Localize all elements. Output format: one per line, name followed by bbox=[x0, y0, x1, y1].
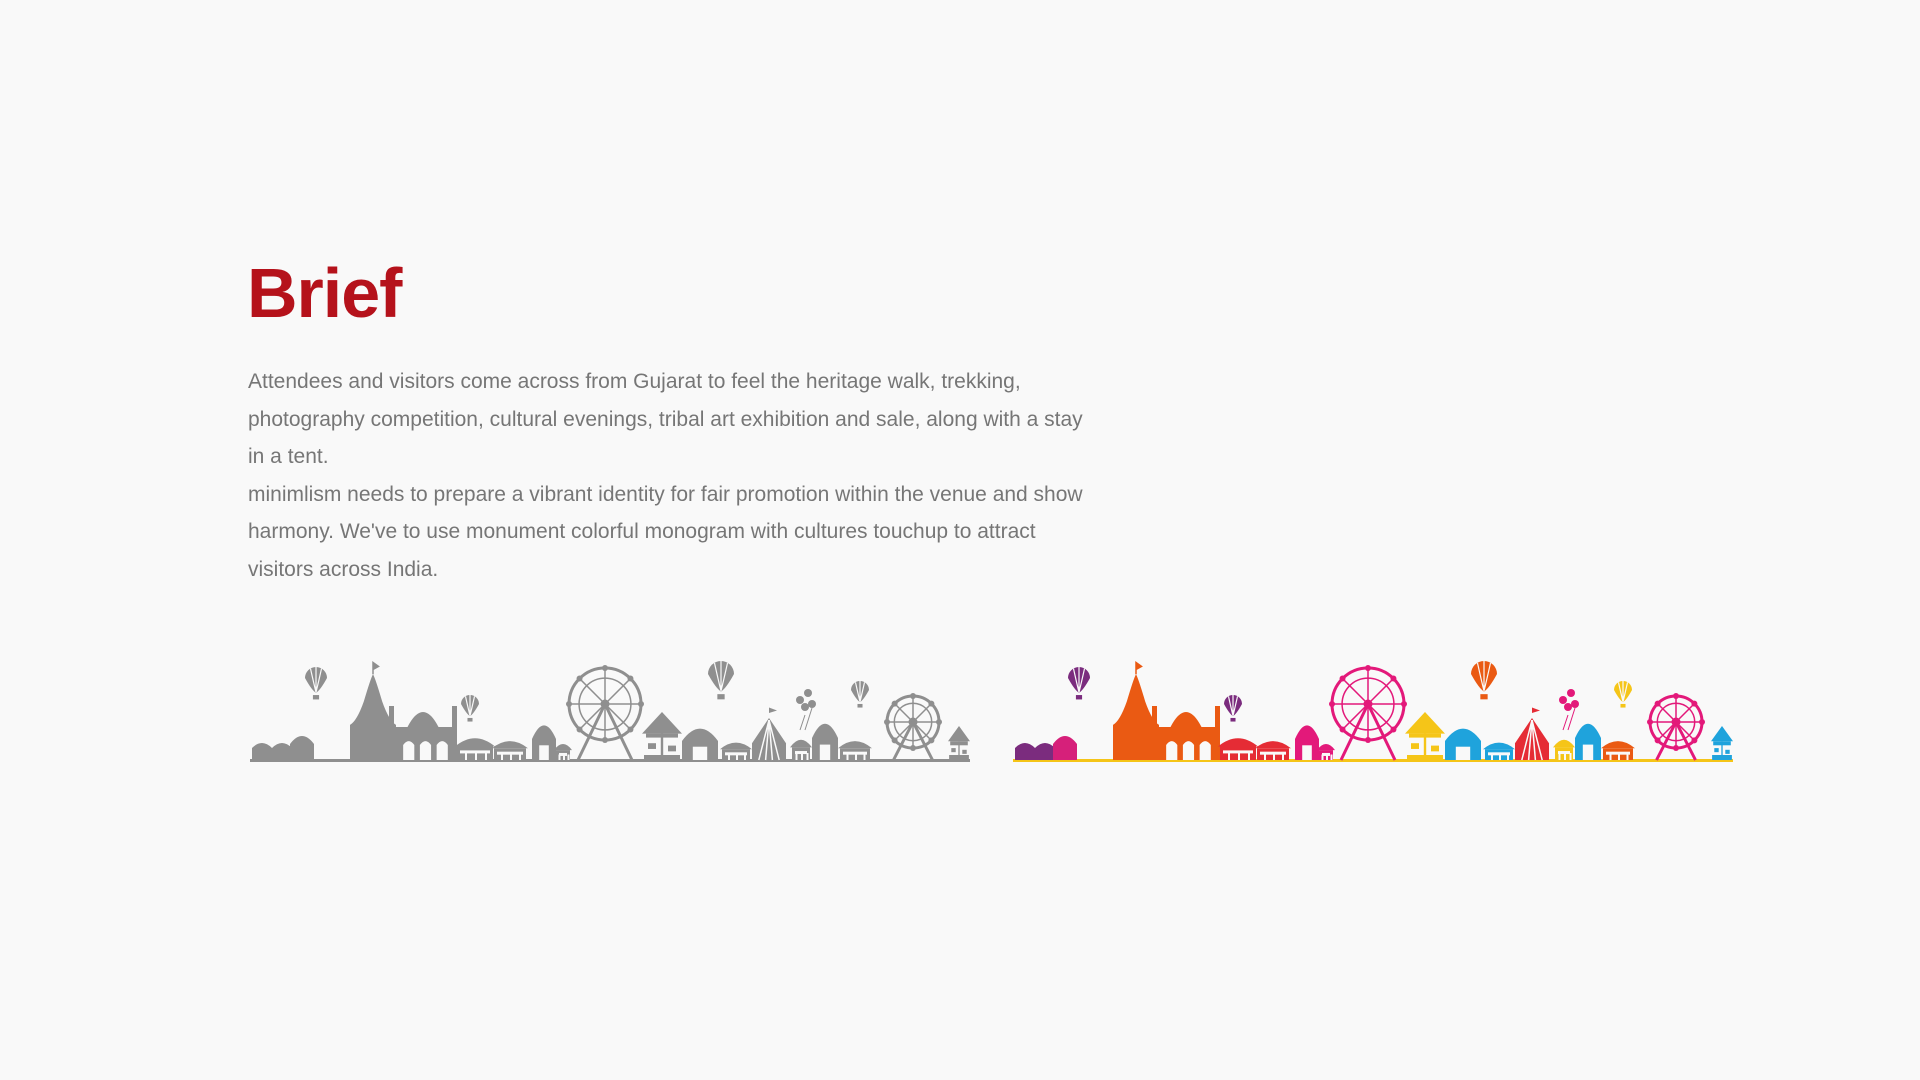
page-title: Brief bbox=[247, 254, 402, 332]
domed-pavilion-icon bbox=[682, 728, 718, 760]
ferris-wheel-icon bbox=[884, 693, 942, 761]
party-balloons-icon bbox=[796, 689, 816, 731]
monument-icon bbox=[389, 706, 457, 760]
stall-icon bbox=[1255, 741, 1291, 760]
brief-paragraph-1: Attendees and visitors come across from … bbox=[248, 370, 1083, 468]
hot-air-balloon-icon bbox=[461, 695, 479, 722]
brief-slide: Brief Attendees and visitors come across… bbox=[0, 0, 1920, 1080]
house-row-icon bbox=[1015, 736, 1077, 760]
ferris-wheel-icon bbox=[1647, 693, 1705, 761]
hot-air-balloon-icon bbox=[305, 667, 327, 700]
skyline-colored-svg bbox=[1013, 661, 1733, 762]
stall-icon bbox=[1317, 744, 1335, 760]
carousel-icon bbox=[1711, 726, 1733, 760]
party-balloons-icon bbox=[1559, 689, 1579, 731]
ferris-wheel-icon bbox=[1329, 665, 1407, 761]
skyline-monochrome-illustration bbox=[250, 660, 970, 766]
stall-icon bbox=[455, 738, 495, 760]
skyline-monochrome-svg bbox=[250, 661, 970, 762]
circus-tent-icon bbox=[1515, 707, 1549, 761]
domed-pavilion-icon bbox=[1445, 728, 1481, 760]
domed-pavilion-icon bbox=[1575, 723, 1601, 760]
monument-icon bbox=[1152, 706, 1220, 760]
hot-air-balloon-icon bbox=[1068, 667, 1090, 700]
carousel-icon bbox=[642, 712, 682, 760]
brief-description: Attendees and visitors come across from … bbox=[248, 363, 1088, 588]
house-row-icon bbox=[252, 736, 314, 760]
stall-icon bbox=[1483, 742, 1515, 760]
hot-air-balloon-icon bbox=[1614, 681, 1632, 708]
skyline-colored-illustration bbox=[1013, 660, 1733, 766]
hot-air-balloon-icon bbox=[708, 661, 734, 700]
stall-icon bbox=[492, 741, 528, 760]
ferris-wheel-icon bbox=[566, 665, 644, 761]
hot-air-balloon-icon bbox=[1471, 661, 1497, 700]
carousel-icon bbox=[948, 726, 970, 760]
hot-air-balloon-icon bbox=[1224, 695, 1242, 722]
stall-icon bbox=[1218, 738, 1258, 760]
stall-icon bbox=[720, 742, 752, 760]
hot-air-balloon-icon bbox=[851, 681, 869, 708]
stall-icon bbox=[838, 741, 872, 760]
domed-pavilion-icon bbox=[532, 725, 556, 760]
carousel-icon bbox=[1405, 712, 1445, 760]
stall-icon bbox=[790, 739, 812, 760]
stall-icon bbox=[554, 744, 572, 760]
domed-pavilion-icon bbox=[812, 723, 838, 760]
circus-tent-icon bbox=[752, 707, 786, 761]
brief-paragraph-2: minimlism needs to prepare a vibrant ide… bbox=[248, 482, 1083, 581]
stall-icon bbox=[1553, 739, 1575, 760]
stall-icon bbox=[1601, 741, 1635, 760]
domed-pavilion-icon bbox=[1295, 725, 1319, 760]
